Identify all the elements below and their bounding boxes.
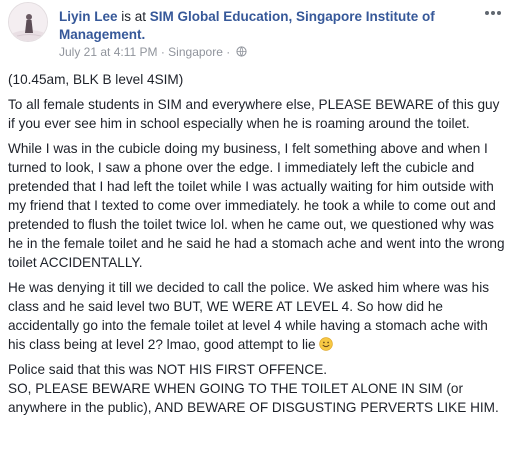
more-options-icon[interactable]: [482, 6, 504, 20]
facebook-post: Liyin Lee is at SIM Global Education, Si…: [0, 0, 511, 456]
post-header: Liyin Lee is at SIM Global Education, Si…: [59, 8, 459, 44]
post-paragraph-with-emoji: He was denying it till we decided to cal…: [8, 278, 508, 354]
avatar-image: [9, 3, 47, 41]
post-paragraph: While I was in the cubicle doing my busi…: [8, 141, 505, 270]
post-line: SO, PLEASE BEWARE WHEN GOING TO THE TOIL…: [8, 381, 499, 415]
post-meta: July 21 at 4:11 PM · Singapore ·: [59, 44, 247, 59]
post-paragraph: To all female students in SIM and everyw…: [8, 97, 500, 131]
checkin-verb: is at: [117, 9, 150, 24]
avatar[interactable]: [8, 2, 48, 42]
post-body: (10.45am, BLK B level 4SIM) To all femal…: [8, 70, 508, 423]
meta-separator: ·: [157, 44, 169, 59]
post-paragraph-text: He was denying it till we decided to cal…: [8, 280, 490, 352]
smiley-emoji-icon: [318, 337, 333, 351]
location-link[interactable]: Singapore: [168, 45, 223, 59]
post-timestamp-link[interactable]: July 21 at 4:11 PM: [59, 45, 158, 59]
meta-separator: ·: [222, 44, 234, 59]
post-paragraph: Police said that this was NOT HIS FIRST …: [8, 360, 508, 417]
post-line: Police said that this was NOT HIS FIRST …: [8, 362, 328, 377]
post-paragraph: (10.45am, BLK B level 4SIM): [8, 72, 184, 87]
globe-icon[interactable]: [235, 46, 247, 57]
author-name-link[interactable]: Liyin Lee: [59, 9, 118, 24]
